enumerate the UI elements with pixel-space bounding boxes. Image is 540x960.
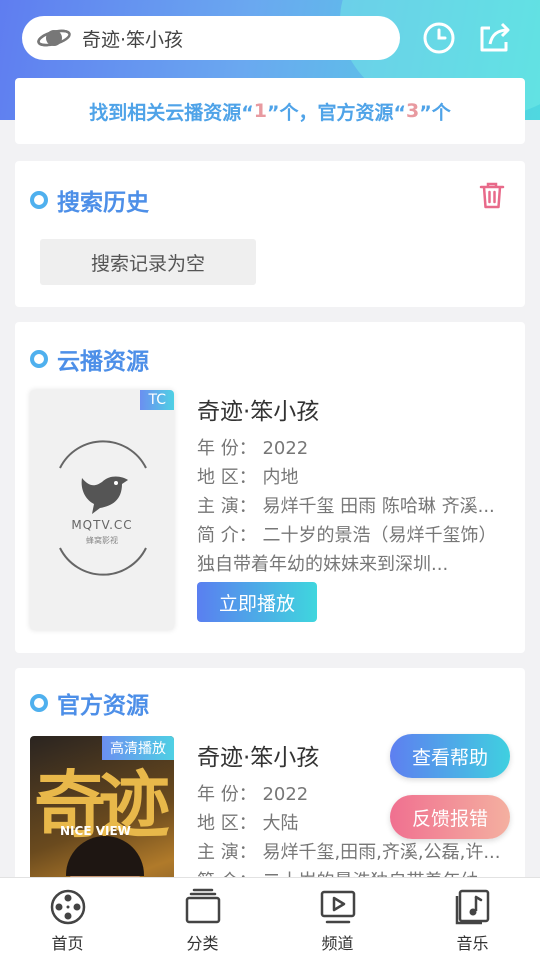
official-title-text: 官方资源: [57, 693, 149, 719]
summary-prefix: 找到相关云播资源“: [89, 101, 254, 124]
official-section-title: 官方资源: [30, 686, 149, 720]
cloud-count: 1: [253, 100, 267, 122]
history-section-title: 搜索历史: [30, 183, 149, 217]
summary-suffix: ”个: [419, 101, 451, 124]
ring-bullet-icon: [30, 191, 48, 209]
nav-channel[interactable]: 频道: [270, 878, 405, 960]
music-icon: [455, 889, 489, 925]
category-icon: [185, 888, 220, 924]
film-reel-icon: [50, 889, 85, 925]
nav-music[interactable]: 音乐: [405, 878, 540, 960]
cloud-info: 奇迹·笨小孩 年 份： 2022 地 区： 内地 主 演： 易烊千玺 田雨 陈哈…: [197, 392, 509, 579]
nav-label: 频道: [321, 934, 354, 953]
channel-icon: [320, 890, 355, 924]
search-query-text: 奇迹·笨小孩: [82, 28, 184, 51]
official-resource-card: 官方资源 奇迹 NICE VIEW 高清播放 奇迹·笨小孩 年 份： 2022 …: [15, 668, 525, 908]
history-title-text: 搜索历史: [57, 190, 149, 216]
bird-logo-icon: [59, 440, 147, 576]
poster-tag: 高清播放: [102, 736, 174, 760]
nav-label: 音乐: [456, 934, 489, 953]
nav-label: 分类: [186, 934, 219, 953]
result-summary-card: 找到相关云播资源“ 1 ”个，官方资源“ 3 ”个: [15, 78, 525, 144]
movie-desc: 简 介： 二十岁的景浩（易烊千玺饰）独自带着年幼的妹妹来到深圳...: [197, 525, 497, 575]
planet-icon: [37, 29, 71, 47]
nav-category[interactable]: 分类: [135, 878, 270, 960]
help-button[interactable]: 查看帮助: [390, 734, 510, 778]
movie-cast: 主 演： 易烊千玺,田雨,齐溪,公磊,许...: [197, 842, 501, 863]
nav-label: 首页: [51, 934, 84, 953]
movie-cast: 主 演： 易烊千玺 田雨 陈哈琳 齐溪...: [197, 496, 495, 517]
cloud-resource-card: 云播资源 TC MQTV.CC 蜂窝影视 奇迹·笨小孩 年 份： 2022 地 …: [15, 322, 525, 653]
summary-middle: ”个，官方资源“: [267, 101, 406, 124]
poster-logo-sub: 蜂窝影视: [86, 536, 118, 545]
cloud-poster[interactable]: TC MQTV.CC 蜂窝影视: [30, 390, 174, 630]
poster-logo-text: MQTV.CC: [71, 518, 133, 532]
cloud-title-text: 云播资源: [57, 349, 149, 375]
report-error-button[interactable]: 反馈报错: [390, 795, 510, 839]
movie-region: 地 区： 内地: [197, 467, 299, 488]
cloud-section-title: 云播资源: [30, 342, 149, 376]
movie-year: 年 份： 2022: [197, 438, 309, 459]
movie-name[interactable]: 奇迹·笨小孩: [197, 392, 509, 426]
nav-home[interactable]: 首页: [0, 878, 135, 960]
trash-icon[interactable]: [479, 181, 505, 209]
play-now-button[interactable]: 立即播放: [197, 582, 317, 622]
poster-subtitle: NICE VIEW: [60, 824, 131, 838]
search-history-card: 搜索历史 搜索记录为空: [15, 161, 525, 307]
clock-icon[interactable]: [421, 20, 457, 56]
search-bar[interactable]: 奇迹·笨小孩: [22, 16, 400, 60]
ring-bullet-icon: [30, 694, 48, 712]
history-empty-chip: 搜索记录为空: [40, 239, 256, 285]
bottom-nav: 首页 分类 频道 音乐: [0, 877, 540, 960]
share-icon[interactable]: [476, 20, 512, 56]
ring-bullet-icon: [30, 350, 48, 368]
official-count: 3: [405, 100, 420, 122]
